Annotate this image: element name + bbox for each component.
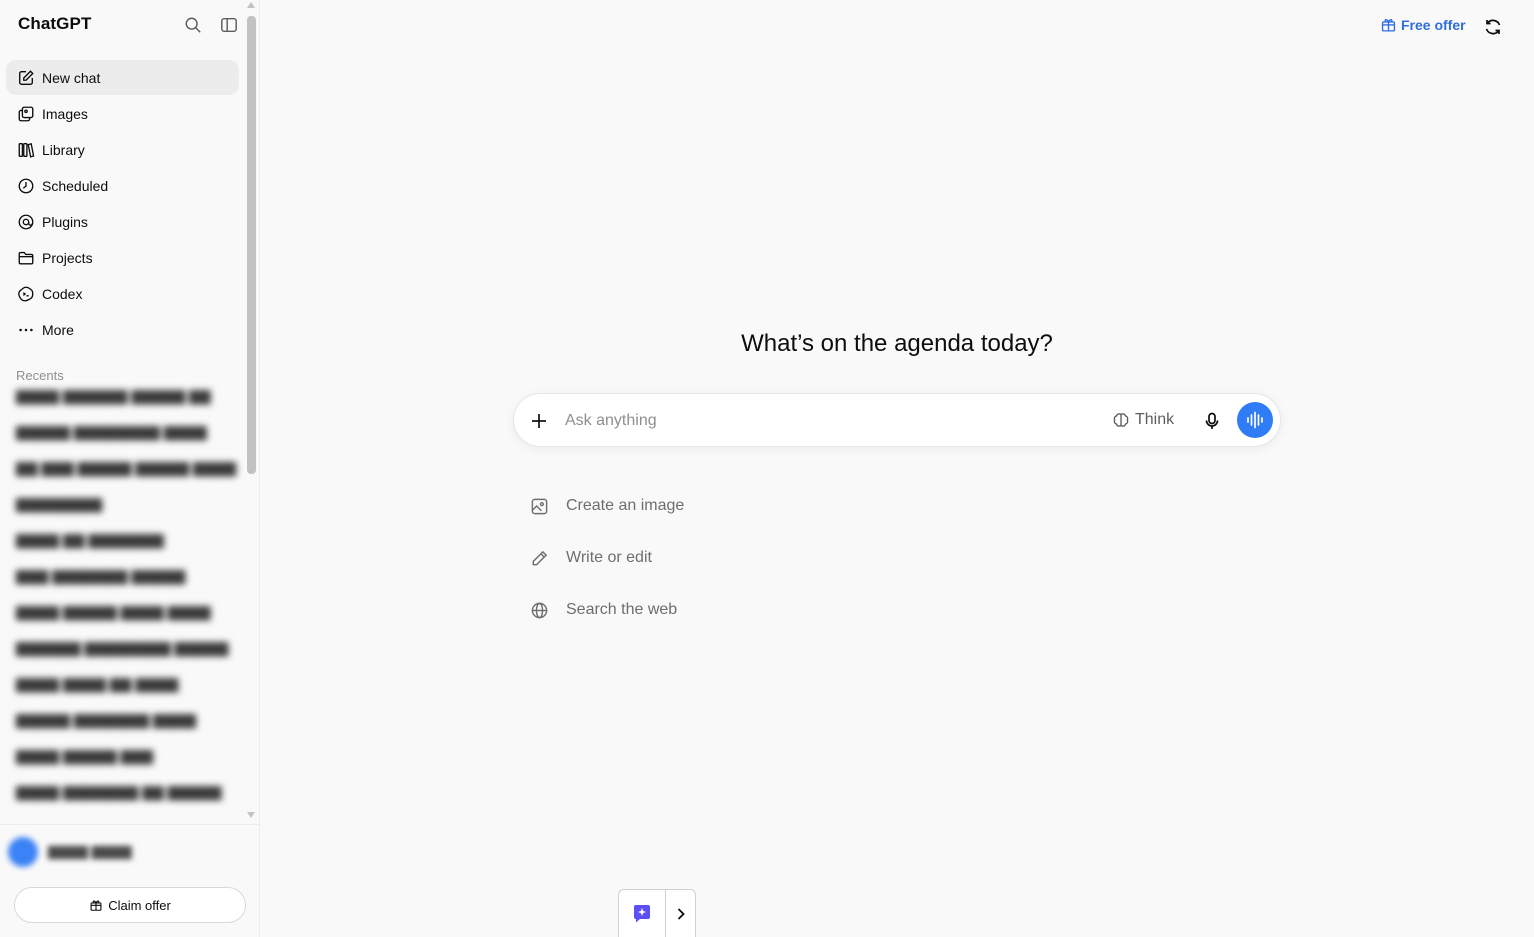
sidebar-item-images[interactable]: Images [6, 96, 239, 131]
sidebar-divider [0, 824, 259, 825]
claim-offer-label: Claim offer [108, 897, 171, 913]
app-title: ChatGPT [18, 14, 92, 33]
think-label: Think [1135, 411, 1175, 428]
recents-list: ▇▇▇▇ ▇▇▇▇▇▇ ▇▇▇▇▇ ▇▇ ▇▇▇▇▇ ▇▇▇▇▇▇▇▇ ▇▇▇▇… [8, 378, 244, 824]
list-item[interactable]: ▇▇▇▇▇ ▇▇▇▇▇▇▇▇ ▇▇▇▇ [8, 414, 244, 450]
scrollbar-down-arrow[interactable] [247, 812, 255, 818]
account-name: ▇▇▇▇ ▇▇▇▇ [48, 844, 132, 859]
new-chat-icon [19, 69, 34, 85]
more-icon [19, 328, 33, 331]
free-offer-label: Free offer [1401, 16, 1466, 33]
suggestion-create-image[interactable]: Create an image [530, 480, 930, 532]
claim-offer-button[interactable]: Claim offer [14, 887, 246, 923]
sidebar-item-new-chat[interactable]: New chat [6, 60, 239, 95]
composer: Think [513, 393, 1281, 447]
sidebar-scrollbar[interactable] [247, 16, 256, 474]
suggestion-label: Search the web [566, 601, 678, 618]
list-item[interactable]: ▇▇▇▇ ▇▇▇▇ ▇▇ ▇▇▇▇ [8, 666, 244, 702]
sidebar-item-label: Images [42, 105, 88, 122]
account-menu[interactable]: ▇▇▇▇ ▇▇▇▇ [8, 832, 244, 872]
codex-icon [18, 286, 34, 301]
sidebar-item-plugins[interactable]: Plugins [6, 204, 239, 239]
scrollbar-up-arrow[interactable] [247, 2, 255, 8]
sidebar-item-projects[interactable]: Projects [6, 240, 239, 275]
sidebar: ChatGPT New chat Images Library Schedule… [0, 0, 260, 937]
suggestion-label: Write or edit [566, 549, 652, 566]
chat-sparkle-icon [634, 904, 651, 922]
sidebar-item-label: Plugins [42, 213, 88, 230]
list-item[interactable]: ▇▇▇▇ ▇▇▇▇▇▇▇ ▇▇ ▇▇▇▇▇ [8, 774, 244, 810]
avatar [8, 837, 38, 867]
sidebar-item-more[interactable]: More [6, 312, 239, 347]
sidebar-item-scheduled[interactable]: Scheduled [6, 168, 239, 203]
free-offer-button[interactable]: Free offer [1380, 16, 1466, 33]
folder-icon [18, 251, 34, 265]
microphone-icon[interactable] [1202, 411, 1222, 431]
sidebar-toggle-icon[interactable] [220, 16, 238, 34]
extension-expand-button[interactable] [666, 890, 695, 937]
search-icon[interactable] [184, 16, 202, 34]
sidebar-item-label: Library [42, 141, 85, 158]
prompt-input[interactable] [565, 407, 1085, 435]
list-item[interactable]: ▇▇▇▇▇▇ ▇▇▇▇▇▇▇▇ ▇▇▇▇▇ [8, 630, 244, 666]
list-item[interactable]: ▇▇ ▇▇▇ ▇▇▇▇▇ ▇▇▇▇▇ ▇▇▇▇ [8, 450, 244, 486]
list-item[interactable]: ▇▇▇▇▇▇▇▇ [8, 486, 244, 522]
think-button[interactable]: Think [1112, 411, 1174, 429]
sidebar-nav: New chat Images Library Scheduled Plugin… [6, 60, 239, 348]
sidebar-item-label: Codex [42, 285, 83, 302]
sidebar-header-actions [184, 16, 238, 34]
library-icon [18, 142, 35, 158]
suggestion-label: Create an image [566, 497, 685, 514]
images-icon [18, 106, 34, 121]
clock-icon [18, 178, 34, 193]
image-icon [531, 498, 548, 514]
list-item[interactable]: ▇▇▇▇ ▇▇▇▇▇▇ ▇▇▇▇▇ ▇▇ [8, 378, 244, 414]
list-item[interactable]: ▇▇▇▇ ▇▇▇▇▇ ▇▇▇ [8, 738, 244, 774]
sidebar-item-codex[interactable]: Codex [6, 276, 239, 311]
voice-mode-button[interactable] [1237, 402, 1273, 438]
chevron-right-icon [677, 907, 685, 920]
gift-icon [90, 900, 102, 911]
list-item[interactable]: ▇▇▇ ▇▇▇▇▇▇▇ ▇▇▇▇▇ [8, 558, 244, 594]
pencil-icon [532, 550, 548, 565]
sidebar-header: ChatGPT [18, 14, 238, 38]
globe-icon [531, 602, 548, 618]
page-title: What’s on the agenda today? [741, 330, 1053, 357]
extension-chat-button[interactable] [619, 890, 667, 937]
list-item[interactable]: ▇▇▇▇▇ ▇▇▇▇▇▇▇ ▇▇▇▇ [8, 702, 244, 738]
plus-icon[interactable] [529, 411, 549, 431]
extension-widget [618, 889, 696, 937]
suggestion-write-edit[interactable]: Write or edit [530, 532, 930, 584]
sidebar-item-label: Scheduled [42, 177, 109, 194]
waveform-icon [1247, 411, 1263, 429]
list-item[interactable]: ▇▇▇▇ ▇▇ ▇▇▇▇▇▇▇ [8, 522, 244, 558]
gift-icon [1381, 18, 1396, 32]
sidebar-item-label: Projects [42, 249, 93, 266]
sidebar-item-label: More [42, 321, 74, 338]
list-item[interactable]: ▇▇▇▇ ▇▇▇▇▇ ▇▇▇▇ ▇▇▇▇ [8, 594, 244, 630]
sidebar-item-library[interactable]: Library [6, 132, 239, 167]
plugins-icon [18, 214, 34, 229]
suggestion-search-web[interactable]: Search the web [530, 584, 930, 636]
temporary-chat-icon[interactable] [1483, 17, 1503, 37]
suggestions: Create an image Write or edit Search the… [530, 480, 930, 636]
brain-icon [1113, 413, 1129, 427]
sidebar-item-label: New chat [42, 69, 101, 86]
